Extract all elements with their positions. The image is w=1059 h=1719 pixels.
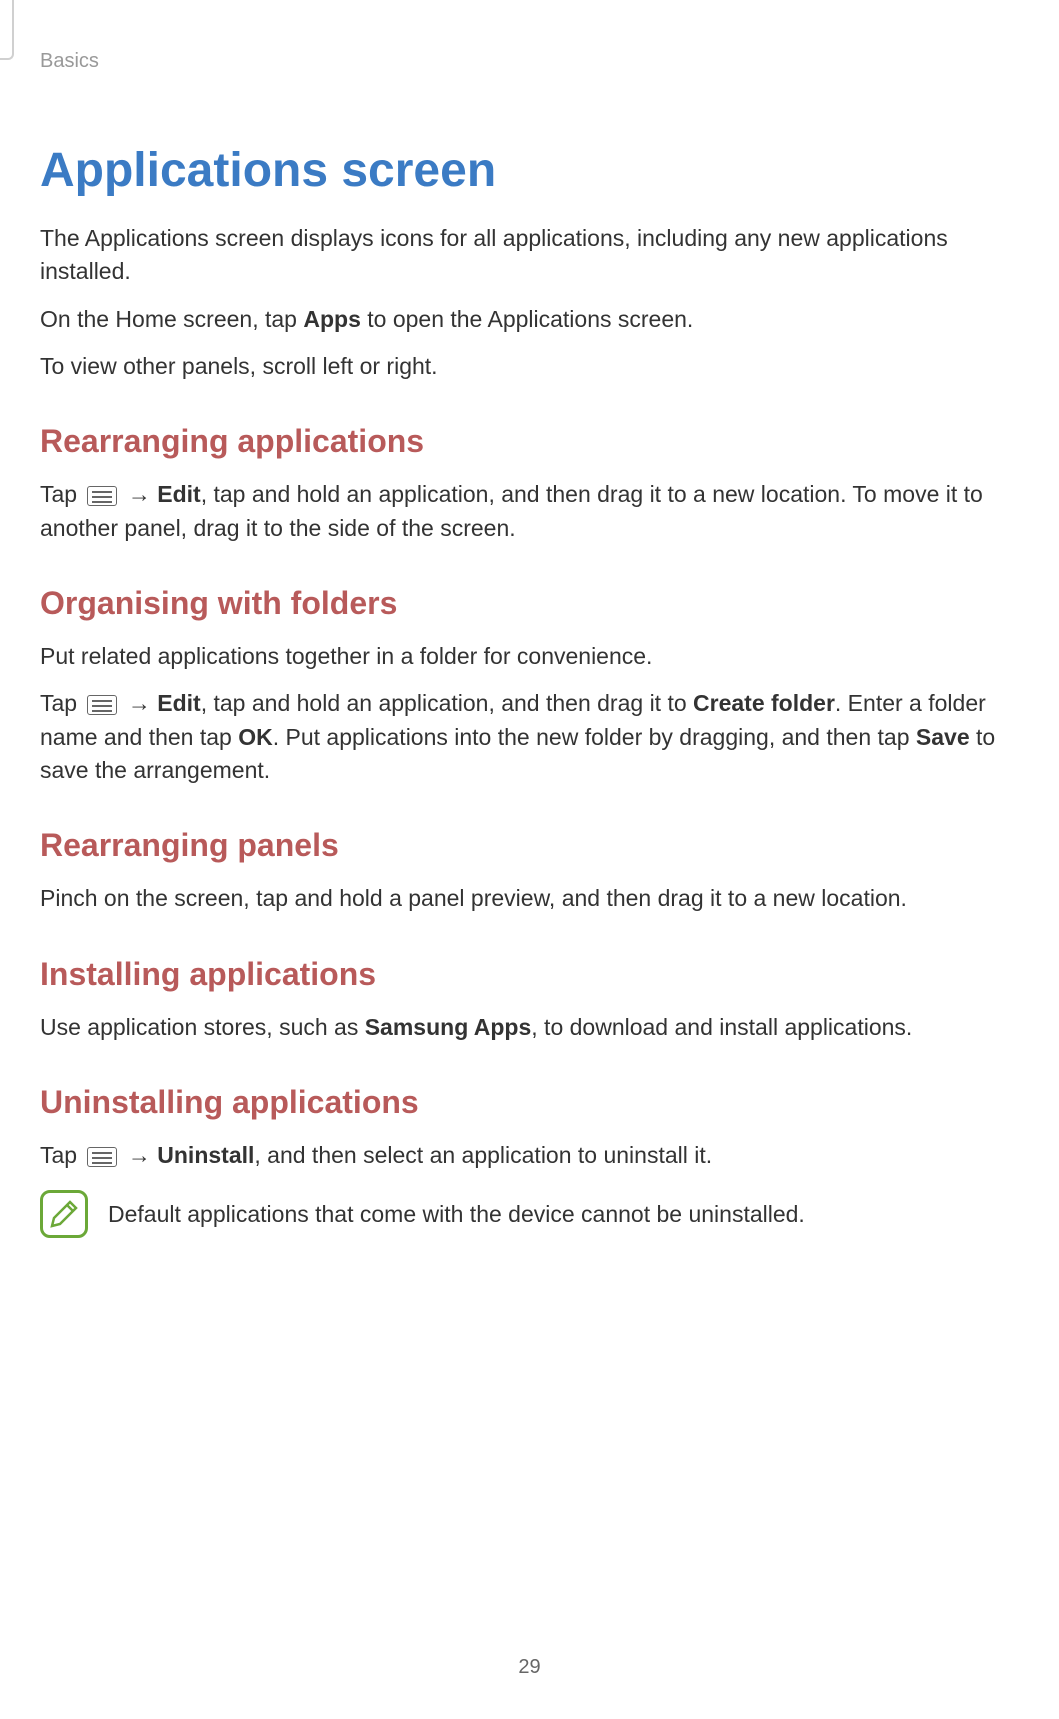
arrow-text: → bbox=[121, 690, 157, 716]
menu-icon bbox=[87, 486, 117, 506]
bold-create-folder: Create folder bbox=[693, 690, 835, 716]
note-box: Default applications that come with the … bbox=[40, 1190, 1019, 1238]
breadcrumb: Basics bbox=[40, 50, 1019, 73]
text-segment: to open the Applications screen. bbox=[361, 306, 693, 332]
bold-ok: OK bbox=[238, 724, 273, 750]
page-corner-decoration bbox=[0, 0, 14, 60]
intro-paragraph-1: The Applications screen displays icons f… bbox=[40, 222, 1019, 289]
note-text: Default applications that come with the … bbox=[108, 1198, 805, 1231]
intro-paragraph-2: On the Home screen, tap Apps to open the… bbox=[40, 303, 1019, 336]
note-pencil-icon bbox=[40, 1190, 88, 1238]
heading-rearranging-apps: Rearranging applications bbox=[40, 423, 1019, 460]
text-segment: Use application stores, such as bbox=[40, 1014, 365, 1040]
uninstalling-apps-text: Tap → Uninstall, and then select an appl… bbox=[40, 1139, 1019, 1172]
arrow-text: → bbox=[121, 1142, 157, 1168]
text-segment: Tap bbox=[40, 1142, 83, 1168]
intro-paragraph-3: To view other panels, scroll left or rig… bbox=[40, 350, 1019, 383]
installing-apps-text: Use application stores, such as Samsung … bbox=[40, 1011, 1019, 1044]
heading-rearranging-panels: Rearranging panels bbox=[40, 827, 1019, 864]
heading-organising-folders: Organising with folders bbox=[40, 585, 1019, 622]
bold-apps: Apps bbox=[303, 306, 361, 332]
rearranging-panels-text: Pinch on the screen, tap and hold a pane… bbox=[40, 882, 1019, 915]
menu-icon bbox=[87, 1147, 117, 1167]
page-title: Applications screen bbox=[40, 143, 1019, 198]
bold-edit: Edit bbox=[157, 481, 200, 507]
bold-edit: Edit bbox=[157, 690, 200, 716]
heading-uninstalling-apps: Uninstalling applications bbox=[40, 1084, 1019, 1121]
text-segment: , tap and hold an application, and then … bbox=[201, 690, 693, 716]
bold-save: Save bbox=[916, 724, 970, 750]
text-segment: On the Home screen, tap bbox=[40, 306, 303, 332]
text-segment: , to download and install applications. bbox=[531, 1014, 912, 1040]
heading-installing-apps: Installing applications bbox=[40, 956, 1019, 993]
text-segment: Tap bbox=[40, 481, 83, 507]
menu-icon bbox=[87, 695, 117, 715]
text-segment: Tap bbox=[40, 690, 83, 716]
page-number: 29 bbox=[518, 1656, 540, 1679]
text-segment: . Put applications into the new folder b… bbox=[273, 724, 916, 750]
organising-folders-text-1: Put related applications together in a f… bbox=[40, 640, 1019, 673]
organising-folders-text-2: Tap → Edit, tap and hold an application,… bbox=[40, 687, 1019, 787]
bold-samsung-apps: Samsung Apps bbox=[365, 1014, 532, 1040]
rearranging-apps-text: Tap → Edit, tap and hold an application,… bbox=[40, 478, 1019, 545]
arrow-text: → bbox=[121, 481, 157, 507]
text-segment: , and then select an application to unin… bbox=[254, 1142, 712, 1168]
bold-uninstall: Uninstall bbox=[157, 1142, 254, 1168]
